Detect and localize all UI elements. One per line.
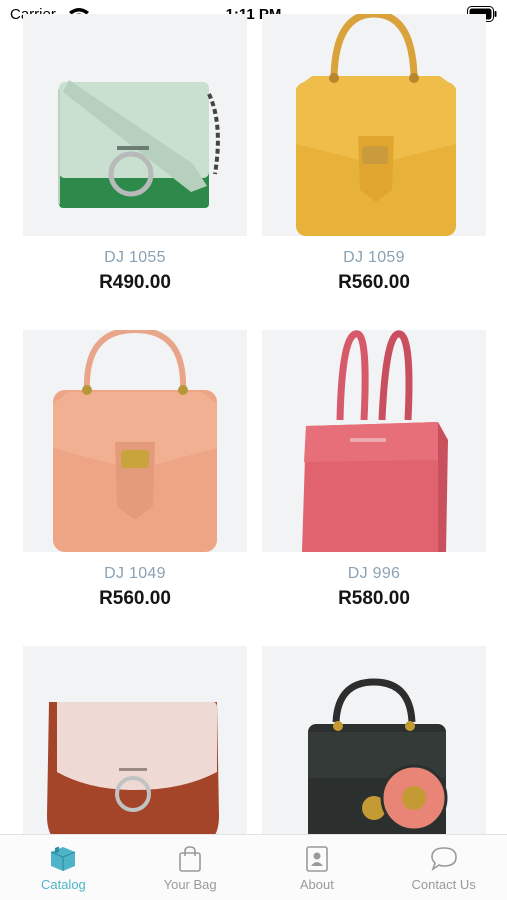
mustard-yellow-backpack [296,14,456,236]
product-card[interactable]: DJ 1059 R560.00 [262,14,486,294]
product-price: R490.00 [99,272,171,293]
product-price: R560.00 [99,588,171,609]
product-image[interactable] [262,14,486,236]
tab-about[interactable]: About [254,835,381,900]
product-code: DJ 1059 [343,249,405,266]
shopping-bag-icon [179,846,201,872]
tab-label: Your Bag [163,877,217,892]
chat-bubble-icon [430,847,457,871]
tab-label: Contact Us [411,877,476,892]
product-card[interactable]: DJ 1055 R490.00 [23,14,247,294]
tab-contact-us[interactable]: Contact Us [380,835,507,900]
product-image[interactable] [23,14,247,236]
tab-bar: Catalog Your Bag About Contact Us [0,834,507,900]
peach-backpack [53,330,217,552]
catalog-box-icon [51,846,76,871]
product-image[interactable] [262,330,486,552]
product-price: R580.00 [338,588,410,609]
tab-label: Catalog [40,877,86,892]
mint-green-crossbody-bag [58,80,220,208]
product-code: DJ 996 [347,565,401,582]
pink-tote-bag [302,330,448,552]
product-code: DJ 1055 [104,249,166,266]
product-code: DJ 1049 [104,565,166,582]
tab-label: About [299,877,334,892]
product-card[interactable]: DJ 996 R580.00 [262,330,486,610]
contact-card-icon [306,846,328,872]
tab-your-bag[interactable]: Your Bag [127,835,254,900]
product-image[interactable] [23,330,247,552]
product-card[interactable]: DJ 1049 R560.00 [23,330,247,610]
tab-catalog[interactable]: Catalog [0,835,127,900]
product-price: R560.00 [338,272,410,293]
